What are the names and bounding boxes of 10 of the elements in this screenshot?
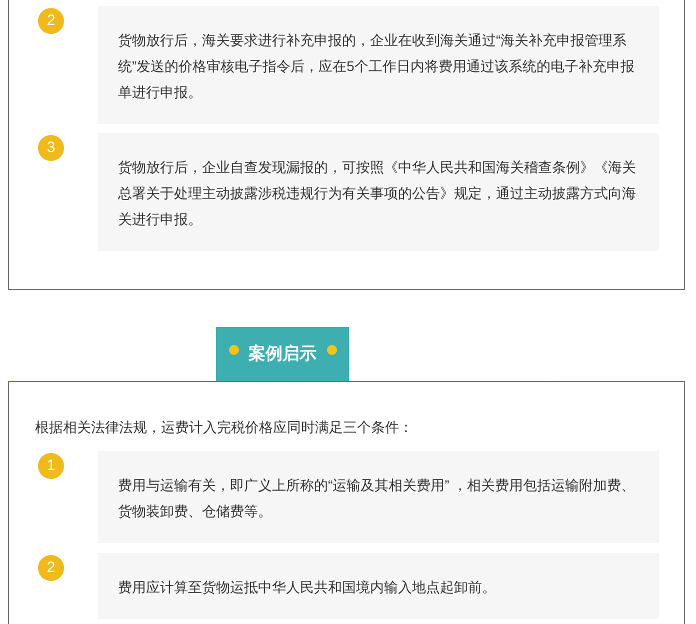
note-text: 货物放行后，企业自查发现漏报的，可按照《中华人民共和国海关稽查条例》《海关总署关于处理主动披露涉税违规行为有关事项的公告》规定，通过主动披露方式向海关进行申报。 [118,158,637,229]
note-text: 费用应计算至货物运抵中华人民共和国境内输入地点起卸前。 [118,578,497,597]
number-badge: 2 [38,555,64,581]
intro-text: 根据相关法律法规，运费计入完税价格应同时满足三个条件： [35,418,414,437]
note-text: 货物放行后，海关要求进行补充申报的，企业在收到海关通过“海关补充申报管理系统”发送的价格审核电子指令后，应在5个工作日内将费用通过该系统的电子补充申报单进行申报。 [118,31,636,102]
number-badge: 1 [38,453,64,479]
note-text: 费用与运输有关，即广义上所称的“运输及其相关费用” ，相关费用包括运输附加费、货物装卸费、仓储费等。 [118,476,636,521]
number-badge: 2 [38,8,64,34]
number-badge: 3 [38,135,64,161]
section-title: 案例启示 [248,343,316,366]
